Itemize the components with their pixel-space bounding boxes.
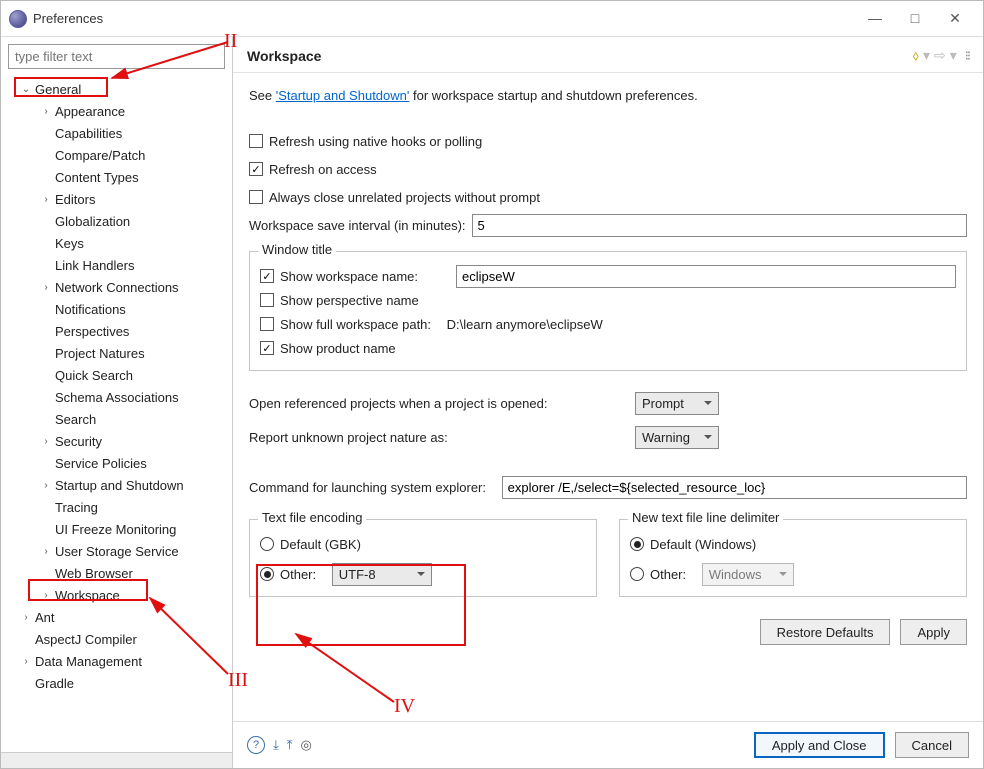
tree-item[interactable]: ›Startup and Shutdown bbox=[5, 474, 232, 496]
show-persp-checkbox[interactable] bbox=[260, 293, 274, 307]
tree-item[interactable]: Project Natures bbox=[5, 342, 232, 364]
save-interval-label: Workspace save interval (in minutes): bbox=[249, 218, 466, 233]
encoding-group: Text file encoding Default (GBK) Other: … bbox=[249, 519, 597, 597]
window-title-group: Window title ✓Show workspace name: Show … bbox=[249, 251, 967, 371]
show-fullpath-checkbox[interactable] bbox=[260, 317, 274, 331]
minimize-button[interactable]: — bbox=[855, 5, 895, 33]
delim-default-label: Default (Windows) bbox=[650, 537, 756, 552]
tree-item[interactable]: ›Workspace bbox=[5, 584, 232, 606]
refresh-access-checkbox[interactable]: ✓ bbox=[249, 162, 263, 176]
forward-menu-icon[interactable]: ▾ bbox=[950, 47, 957, 64]
help-icon[interactable]: ? bbox=[247, 736, 265, 754]
show-ws-name-checkbox[interactable]: ✓ bbox=[260, 269, 274, 283]
page-menu-icon[interactable]: ⁝⁝ bbox=[965, 48, 969, 64]
show-fullpath-label: Show full workspace path: bbox=[280, 317, 431, 332]
filter-input[interactable] bbox=[8, 44, 225, 69]
import-icon[interactable]: ⤓ bbox=[273, 737, 279, 753]
explorer-input[interactable] bbox=[502, 476, 967, 499]
encoding-other-radio[interactable] bbox=[260, 567, 274, 581]
tree-hscroll[interactable] bbox=[1, 752, 232, 768]
tree-item[interactable]: Perspectives bbox=[5, 320, 232, 342]
tree-item[interactable]: Link Handlers bbox=[5, 254, 232, 276]
tree-item[interactable]: ›Appearance bbox=[5, 100, 232, 122]
refresh-access-label: Refresh on access bbox=[269, 162, 377, 177]
show-product-checkbox[interactable]: ✓ bbox=[260, 341, 274, 355]
tree-item[interactable]: Keys bbox=[5, 232, 232, 254]
show-persp-label: Show perspective name bbox=[280, 293, 419, 308]
tree-item[interactable]: Notifications bbox=[5, 298, 232, 320]
see-text: See 'Startup and Shutdown' for workspace… bbox=[249, 83, 967, 107]
encoding-other-label: Other: bbox=[280, 567, 316, 582]
maximize-button[interactable]: □ bbox=[895, 5, 935, 33]
tree-item[interactable]: Quick Search bbox=[5, 364, 232, 386]
apply-button[interactable]: Apply bbox=[900, 619, 967, 645]
tree-item[interactable]: ›Network Connections bbox=[5, 276, 232, 298]
explorer-label: Command for launching system explorer: bbox=[249, 480, 486, 495]
tree-item[interactable]: Compare/Patch bbox=[5, 144, 232, 166]
tree-item[interactable]: ›Data Management bbox=[5, 650, 232, 672]
tree-item[interactable]: ›Editors bbox=[5, 188, 232, 210]
cancel-button[interactable]: Cancel bbox=[895, 732, 969, 758]
tree-item[interactable]: Globalization bbox=[5, 210, 232, 232]
back-menu-icon[interactable]: ▾ bbox=[923, 47, 930, 64]
tree-item[interactable]: AspectJ Compiler bbox=[5, 628, 232, 650]
delim-other-radio[interactable] bbox=[630, 567, 644, 581]
page-title: Workspace bbox=[247, 48, 911, 64]
unknown-nature-label: Report unknown project nature as: bbox=[249, 430, 629, 445]
ws-name-input[interactable] bbox=[456, 265, 956, 288]
preference-tree[interactable]: ⌄General ›AppearanceCapabilitiesCompare/… bbox=[1, 76, 232, 752]
delimiter-group: New text file line delimiter Default (Wi… bbox=[619, 519, 967, 597]
save-interval-input[interactable] bbox=[472, 214, 967, 237]
nav-panel: ⌄General ›AppearanceCapabilitiesCompare/… bbox=[1, 37, 233, 768]
tree-item-general[interactable]: ⌄General bbox=[5, 78, 232, 100]
app-icon bbox=[9, 10, 27, 28]
tree-item[interactable]: Content Types bbox=[5, 166, 232, 188]
close-unrelated-label: Always close unrelated projects without … bbox=[269, 190, 540, 205]
delim-other-select: Windows bbox=[702, 563, 794, 586]
refresh-native-checkbox[interactable] bbox=[249, 134, 263, 148]
delim-default-radio[interactable] bbox=[630, 537, 644, 551]
restore-defaults-button[interactable]: Restore Defaults bbox=[760, 619, 891, 645]
tree-item[interactable]: ›Ant bbox=[5, 606, 232, 628]
delim-other-label: Other: bbox=[650, 567, 686, 582]
oomph-icon[interactable]: ◎ bbox=[301, 737, 312, 753]
export-icon[interactable]: ⤒ bbox=[287, 737, 293, 753]
startup-shutdown-link[interactable]: 'Startup and Shutdown' bbox=[276, 88, 410, 103]
tree-item[interactable]: UI Freeze Monitoring bbox=[5, 518, 232, 540]
tree-item[interactable]: Gradle bbox=[5, 672, 232, 694]
show-ws-name-label: Show workspace name: bbox=[280, 269, 450, 284]
refresh-native-label: Refresh using native hooks or polling bbox=[269, 134, 482, 149]
encoding-default-label: Default (GBK) bbox=[280, 537, 361, 552]
back-icon[interactable]: ⬨ bbox=[913, 47, 919, 64]
encoding-other-select[interactable]: UTF-8 bbox=[332, 563, 432, 586]
tree-item[interactable]: ›Security bbox=[5, 430, 232, 452]
encoding-default-radio[interactable] bbox=[260, 537, 274, 551]
fullpath-value: D:\learn anymore\eclipseW bbox=[447, 317, 603, 332]
tree-item[interactable]: Web Browser bbox=[5, 562, 232, 584]
titlebar: Preferences — □ ✕ bbox=[1, 1, 983, 37]
close-unrelated-checkbox[interactable] bbox=[249, 190, 263, 204]
tree-item[interactable]: Search bbox=[5, 408, 232, 430]
window-title: Preferences bbox=[33, 11, 103, 26]
tree-item[interactable]: ›User Storage Service bbox=[5, 540, 232, 562]
forward-icon[interactable]: ⇨ bbox=[934, 47, 946, 64]
tree-item[interactable]: Capabilities bbox=[5, 122, 232, 144]
apply-and-close-button[interactable]: Apply and Close bbox=[754, 732, 885, 758]
tree-item[interactable]: Tracing bbox=[5, 496, 232, 518]
open-ref-select[interactable]: Prompt bbox=[635, 392, 719, 415]
tree-item[interactable]: Schema Associations bbox=[5, 386, 232, 408]
open-ref-label: Open referenced projects when a project … bbox=[249, 396, 629, 411]
tree-item[interactable]: Service Policies bbox=[5, 452, 232, 474]
show-product-label: Show product name bbox=[280, 341, 396, 356]
close-button[interactable]: ✕ bbox=[935, 5, 975, 33]
unknown-nature-select[interactable]: Warning bbox=[635, 426, 719, 449]
